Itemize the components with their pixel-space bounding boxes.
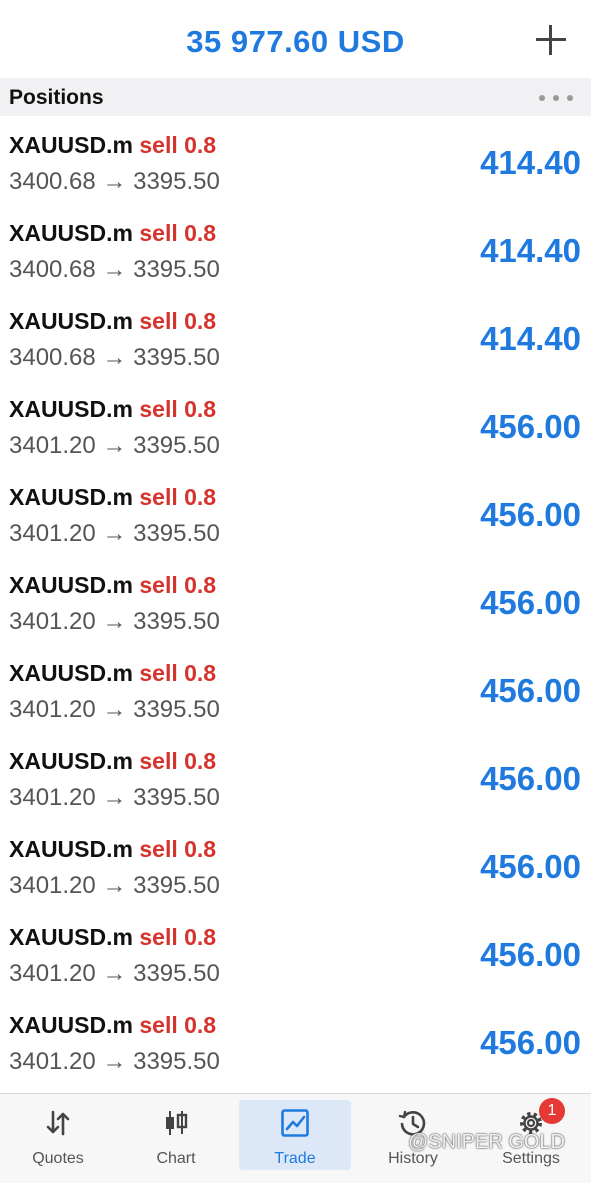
tab-quotes[interactable]: Quotes (2, 1100, 114, 1170)
tab-label: Quotes (32, 1150, 84, 1167)
position-prices: 3401.20 → 3395.50 (9, 520, 220, 547)
quotes-arrows-icon (46, 1110, 70, 1136)
position-symbol: XAUUSD.m (9, 484, 133, 510)
trade-chart-icon (281, 1109, 309, 1137)
position-prices: 3401.20 → 3395.50 (9, 784, 220, 811)
position-prices: 3400.68 → 3395.50 (9, 168, 220, 195)
more-dots-icon[interactable] (539, 95, 573, 101)
bottom-tab-bar: Quotes Chart Trade History 1 Settings @S… (0, 1093, 591, 1183)
position-profit: 456.00 (480, 408, 581, 445)
position-row[interactable]: XAUUSD.m sell 0.8 3400.68 → 3395.50 414.… (0, 116, 591, 204)
position-side: sell 0.8 (139, 572, 217, 598)
position-side: sell 0.8 (139, 748, 217, 774)
plus-icon[interactable] (533, 22, 569, 58)
position-row[interactable]: XAUUSD.m sell 0.8 3401.20 → 3395.50 456.… (0, 732, 591, 820)
tab-chart[interactable]: Chart (120, 1100, 232, 1170)
position-prices: 3400.68 → 3395.50 (9, 256, 220, 283)
position-symbol: XAUUSD.m (9, 396, 133, 422)
position-row[interactable]: XAUUSD.m sell 0.8 3401.20 → 3395.50 456.… (0, 556, 591, 644)
position-symbol: XAUUSD.m (9, 1012, 133, 1038)
account-balance: 35 977.60 USD (186, 24, 405, 59)
position-symbol: XAUUSD.m (9, 924, 133, 950)
positions-header: Positions (0, 78, 591, 116)
position-row[interactable]: XAUUSD.m sell 0.8 3401.20 → 3395.50 456.… (0, 908, 591, 996)
position-side: sell 0.8 (139, 484, 217, 510)
position-profit: 456.00 (480, 496, 581, 533)
position-symbol: XAUUSD.m (9, 132, 133, 158)
position-prices: 3400.68 → 3395.50 (9, 344, 220, 371)
position-profit: 456.00 (480, 760, 581, 797)
position-profit: 456.00 (480, 1024, 581, 1061)
position-symbol: XAUUSD.m (9, 572, 133, 598)
position-profit: 414.40 (480, 320, 581, 357)
candlestick-icon (166, 1111, 188, 1135)
position-side: sell 0.8 (139, 660, 217, 686)
position-side: sell 0.8 (139, 836, 217, 862)
position-profit: 456.00 (480, 848, 581, 885)
position-symbol: XAUUSD.m (9, 748, 133, 774)
position-profit: 414.40 (480, 144, 581, 181)
tab-trade[interactable]: Trade (239, 1100, 351, 1170)
position-prices: 3401.20 → 3395.50 (9, 1048, 220, 1075)
position-profit: 456.00 (480, 584, 581, 621)
position-profit: 456.00 (480, 672, 581, 709)
position-side: sell 0.8 (139, 396, 217, 422)
tab-label: Trade (274, 1150, 316, 1167)
position-side: sell 0.8 (139, 924, 217, 950)
position-side: sell 0.8 (139, 220, 217, 246)
top-bar: 35 977.60 USD (0, 0, 591, 78)
position-row[interactable]: XAUUSD.m sell 0.8 3401.20 → 3395.50 456.… (0, 468, 591, 556)
position-prices: 3401.20 → 3395.50 (9, 696, 220, 723)
position-prices: 3401.20 → 3395.50 (9, 608, 220, 635)
watermark: @SNIPER GOLD (408, 1131, 566, 1153)
position-side: sell 0.8 (139, 132, 217, 158)
position-prices: 3401.20 → 3395.50 (9, 432, 220, 459)
position-row[interactable]: XAUUSD.m sell 0.8 3401.20 → 3395.50 456.… (0, 380, 591, 468)
position-symbol: XAUUSD.m (9, 220, 133, 246)
position-profit: 414.40 (480, 232, 581, 269)
notification-badge: 1 (539, 1098, 565, 1124)
position-row[interactable]: XAUUSD.m sell 0.8 3400.68 → 3395.50 414.… (0, 204, 591, 292)
tab-label: Chart (156, 1150, 196, 1167)
position-row[interactable]: XAUUSD.m sell 0.8 3401.20 → 3395.50 456.… (0, 820, 591, 908)
position-prices: 3401.20 → 3395.50 (9, 872, 220, 899)
positions-list: XAUUSD.m sell 0.8 3400.68 → 3395.50 414.… (0, 116, 591, 1084)
section-title: Positions (9, 86, 104, 109)
position-row[interactable]: XAUUSD.m sell 0.8 3401.20 → 3395.50 456.… (0, 644, 591, 732)
position-row[interactable]: XAUUSD.m sell 0.8 3400.68 → 3395.50 414.… (0, 292, 591, 380)
position-symbol: XAUUSD.m (9, 308, 133, 334)
position-side: sell 0.8 (139, 1012, 217, 1038)
position-symbol: XAUUSD.m (9, 836, 133, 862)
position-prices: 3401.20 → 3395.50 (9, 960, 220, 987)
position-symbol: XAUUSD.m (9, 660, 133, 686)
position-profit: 456.00 (480, 936, 581, 973)
position-row[interactable]: XAUUSD.m sell 0.8 3401.20 → 3395.50 456.… (0, 996, 591, 1084)
position-side: sell 0.8 (139, 308, 217, 334)
